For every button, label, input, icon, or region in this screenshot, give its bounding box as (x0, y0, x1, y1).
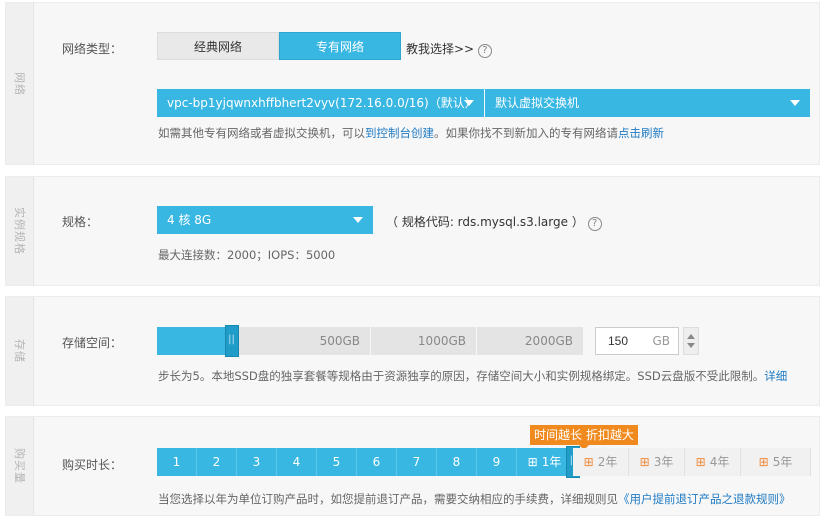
duration-month-7[interactable]: 7 (397, 448, 437, 476)
duration-year-2[interactable]: ⊞ 2年 (573, 448, 629, 476)
gift-icon: ⊞ (527, 455, 538, 469)
discount-promo-badge: 时间越长 折扣越大 (530, 425, 638, 450)
help-choose: 教我选择>> ? (406, 40, 492, 58)
gift-icon: ⊞ (639, 455, 650, 469)
duration-month-2[interactable]: 2 (197, 448, 237, 476)
spec-code: （ 规格代码: rds.mysql.s3.large ） ? (386, 213, 602, 231)
storage-hint: 步长为5。本地SSD盘的独享套餐等规格由于资源独享的原因，存储空间大小和实例规格… (158, 369, 788, 383)
tab-classic-network[interactable]: 经典网络 (157, 32, 279, 60)
duration-year-5[interactable]: ⊞ 5年 (741, 448, 811, 476)
network-type-label: 网络类型： (62, 42, 123, 56)
chevron-down-icon (464, 100, 474, 106)
storage-slider[interactable]: 500GB 1000GB 2000GB (157, 325, 583, 357)
gift-icon: ⊞ (758, 455, 769, 469)
duration-hint: 当您选择以年为单位订购产品时，如您提前退订产品，需要交纳相应的手续费，详细规则见… (158, 492, 791, 506)
chevron-down-icon[interactable] (687, 343, 695, 348)
spec-side-label: 实例规格 (6, 177, 34, 285)
storage-detail-link[interactable]: 详细 (764, 369, 787, 383)
gift-icon: ⊞ (583, 455, 594, 469)
vpc-select[interactable]: vpc-bp1yjqwnxhffbhert2vyv(172.16.0.0/16)… (157, 89, 484, 117)
chevron-down-icon (353, 217, 363, 223)
vswitch-select[interactable]: 默认虚拟交换机 (485, 89, 810, 117)
duration-year-3[interactable]: ⊞ 3年 (629, 448, 685, 476)
chevron-down-icon (790, 100, 800, 106)
duration-label: 购买时长： (62, 458, 123, 472)
storage-tick: 2000GB (476, 327, 583, 355)
spec-select[interactable]: 4 核 8G (157, 206, 373, 234)
storage-side-label: 存储 (6, 297, 34, 405)
storage-tick: 500GB (319, 334, 360, 348)
question-icon[interactable]: ? (477, 44, 492, 58)
network-section: 网络 网络类型： 经典网络 专有网络 教我选择>> ? vpc-bp1yjqwn… (5, 2, 820, 165)
tab-vpc-network[interactable]: 专有网络 (279, 32, 401, 60)
storage-unit: GB (652, 334, 670, 348)
duration-side-label: 购买量 (6, 417, 34, 515)
duration-month-3[interactable]: 3 (237, 448, 277, 476)
gift-icon: ⊞ (695, 455, 706, 469)
storage-value-field[interactable] (596, 328, 646, 354)
duration-selector[interactable]: 123456789⊞1年⊞2年⊞3年⊞4年⊞5年 (157, 446, 811, 478)
duration-year-1[interactable]: ⊞ 1年 (517, 448, 573, 476)
help-choose-link[interactable]: 教我选择>> (406, 42, 474, 56)
duration-month-1[interactable]: 1 (157, 448, 197, 476)
storage-tick: 1000GB (370, 327, 476, 355)
refund-rules-link[interactable]: 《用户提前退订产品之退款规则》 (618, 492, 791, 506)
question-icon[interactable]: ? (587, 217, 602, 231)
storage-label: 存储空间： (62, 336, 123, 350)
duration-year-4[interactable]: ⊞ 4年 (685, 448, 741, 476)
duration-month-4[interactable]: 4 (277, 448, 317, 476)
network-hint: 如需其他专有网络或者虚拟交换机，可以到控制台创建。如果你找不到新加入的专有网络请… (158, 126, 664, 140)
spec-hint: 最大连接数：2000；IOPS：5000 (158, 248, 336, 262)
storage-section: 存储 存储空间： 500GB 1000GB 2000GB GB 步长为5。本地S… (5, 296, 820, 406)
refresh-link[interactable]: 点击刷新 (618, 126, 664, 140)
spec-label: 规格： (62, 215, 99, 229)
duration-section: 购买量 购买时长： 时间越长 折扣越大 123456789⊞1年⊞2年⊞3年⊞4… (5, 416, 820, 516)
storage-slider-handle[interactable] (224, 325, 239, 357)
storage-input[interactable]: GB (595, 327, 679, 355)
chevron-up-icon[interactable] (687, 334, 695, 339)
duration-month-6[interactable]: 6 (357, 448, 397, 476)
duration-month-8[interactable]: 8 (437, 448, 477, 476)
storage-stepper[interactable] (683, 327, 699, 355)
create-in-console-link[interactable]: 到控制台创建 (365, 126, 434, 140)
duration-month-9[interactable]: 9 (477, 448, 517, 476)
duration-month-5[interactable]: 5 (317, 448, 357, 476)
network-side-label: 网络 (6, 3, 34, 164)
spec-section: 实例规格 规格： 4 核 8G （ 规格代码: rds.mysql.s3.lar… (5, 176, 820, 286)
